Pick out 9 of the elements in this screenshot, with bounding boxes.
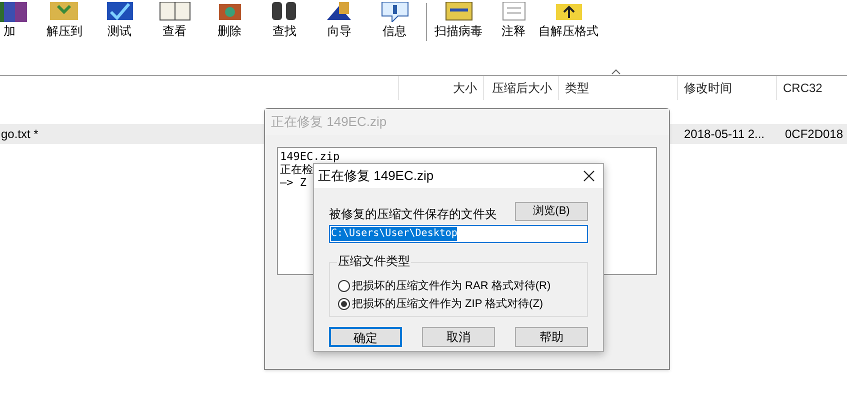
log-line: —> Z bbox=[280, 176, 306, 189]
group-title: 压缩文件类型 bbox=[337, 254, 411, 268]
modified-time: 2018-05-11 2... bbox=[683, 126, 766, 143]
log-line: 正在检 bbox=[280, 163, 313, 176]
crc-value: 0CF2D018 bbox=[784, 126, 844, 143]
folder-label: 被修复的压缩文件保存的文件夹 bbox=[329, 206, 497, 223]
log-line: 149EC.zip bbox=[280, 150, 340, 163]
window-title: 正在修复 149EC.zip bbox=[318, 167, 434, 186]
file-name: go.txt * bbox=[0, 126, 40, 143]
